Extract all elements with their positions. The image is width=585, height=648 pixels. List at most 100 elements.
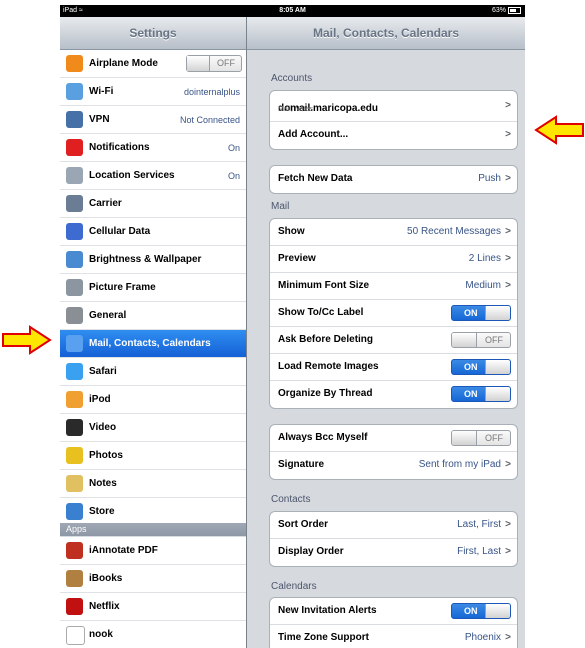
sidebar-item-cellular-data[interactable]: Cellular Data [60,218,246,246]
ask-before-deleting-toggle[interactable]: OFF [451,332,511,348]
sidebar-item-photos[interactable]: Photos [60,442,246,470]
toggle-state: OFF [217,58,235,68]
vpn-icon [66,111,83,128]
mail-header: Mail [271,201,290,212]
account-subtitle: Mail, Notes [278,106,314,113]
setting-value: Medium [465,280,501,291]
sidebar-item-label: nook [89,629,113,640]
wifi-icon [66,83,83,100]
setting-label: Sort Order [278,519,329,530]
iannotate-icon [66,542,83,559]
fetch-new-data-row[interactable]: Fetch New Data Push > [270,166,517,193]
safari-icon [66,363,83,380]
fetch-group: Fetch New Data Push > [269,165,518,194]
contacts-header: Contacts [271,494,311,505]
sidebar-item-picture-frame[interactable]: Picture Frame [60,274,246,302]
sidebar-item-notifications[interactable]: Notifications On [60,134,246,162]
setting-row-time-zone-support[interactable]: Time Zone Support Phoenix > [270,625,517,648]
chevron-right-icon: > [505,129,511,140]
setting-row-show-to-cc-label[interactable]: Show To/Cc Label ON [270,300,517,327]
chevron-right-icon: > [505,280,511,291]
accounts-group: domail.maricopa.edu Mail, Notes > Add Ac… [269,90,518,150]
sidebar-app-iannotate-pdf[interactable]: iAnnotate PDF [60,537,246,565]
setting-row-display-order[interactable]: Display Order First, Last > [270,539,517,566]
sidebar-item-notes[interactable]: Notes [60,470,246,498]
add-account-row[interactable]: Add Account... > [270,122,517,149]
ibooks-icon [66,570,83,587]
setting-label: Show [278,226,305,237]
contacts-group: Sort Order Last, First > Display Order First… [269,511,518,567]
toggle-state: ON [464,362,478,372]
show-to-cc-label-toggle[interactable]: ON [451,305,511,321]
sidebar-app-netflix[interactable]: Netflix [60,593,246,621]
sidebar-app-ibooks[interactable]: iBooks [60,565,246,593]
mail-icon [66,335,83,352]
sidebar-item-label: Photos [89,450,123,461]
setting-value: Last, First [457,519,501,530]
sidebar-item-video[interactable]: Video [60,414,246,442]
setting-label: Time Zone Support [278,632,369,643]
sidebar-item-value: On [227,171,240,181]
sidebar-item-mail-contacts-calendars[interactable]: Mail, Contacts, Calendars [60,330,246,358]
gear-icon [66,307,83,324]
toggle-knob [485,604,510,618]
sidebar-item-carrier[interactable]: Carrier [60,190,246,218]
sidebar-item-label: Notifications [89,142,150,153]
sidebar-item-airplane-mode[interactable]: Airplane Mode OFF [60,50,246,78]
setting-value: First, Last [457,546,501,557]
new-invitation-alerts-toggle[interactable]: ON [451,603,511,619]
airplane-mode-toggle[interactable]: OFF [186,55,242,72]
setting-row-always-bcc-myself[interactable]: Always Bcc Myself OFF [270,425,517,452]
setting-row-signature[interactable]: Signature Sent from my iPad > [270,452,517,479]
sidebar-item-label: Netflix [89,601,120,612]
sidebar-item-label: Brightness & Wallpaper [89,254,202,265]
sidebar-item-store[interactable]: Store [60,498,246,526]
setting-value: 50 Recent Messages [407,226,501,237]
setting-row-sort-order[interactable]: Sort Order Last, First > [270,512,517,539]
sidebar-item-label: iPod [89,394,111,405]
sidebar-item-location-services[interactable]: Location Services On [60,162,246,190]
sidebar-item-safari[interactable]: Safari [60,358,246,386]
annotation-arrow-right [534,115,584,145]
notifications-icon [66,139,83,156]
chevron-right-icon: > [505,226,511,237]
account-row[interactable]: domail.maricopa.edu Mail, Notes > [270,91,517,122]
location-icon [66,167,83,184]
sidebar-item-wi-fi[interactable]: Wi-Fi dointernalplus [60,78,246,106]
sidebar-app-nook[interactable]: nook [60,621,246,648]
sidebar-item-general[interactable]: General [60,302,246,330]
battery-indicator: 63% [492,5,521,17]
setting-label: Show To/Cc Label [278,307,364,318]
sidebar-item-label: General [89,310,127,321]
sidebar-item-vpn[interactable]: VPN Not Connected [60,106,246,134]
setting-label: Organize By Thread [278,388,373,399]
setting-row-preview[interactable]: Preview 2 Lines > [270,246,517,273]
accounts-header: Accounts [271,73,313,84]
sidebar-item-ipod[interactable]: iPod [60,386,246,414]
battery-icon [508,6,521,14]
calendars-header: Calendars [271,581,317,592]
sidebar-item-brightness-wallpaper[interactable]: Brightness & Wallpaper [60,246,246,274]
load-remote-images-toggle[interactable]: ON [451,359,511,375]
sidebar-item-label: VPN [89,114,110,125]
mail-group: Show 50 Recent Messages > Preview 2 Lines > Mi… [269,218,518,409]
setting-value: 2 Lines [468,253,501,264]
setting-label: Preview [278,253,316,264]
setting-row-organize-by-thread[interactable]: Organize By Thread ON [270,381,517,408]
setting-row-show[interactable]: Show 50 Recent Messages > [270,219,517,246]
setting-row-load-remote-images[interactable]: Load Remote Images ON [270,354,517,381]
notes-icon [66,475,83,492]
toggle-knob [187,56,210,71]
airplane-icon [66,55,83,72]
setting-row-minimum-font-size[interactable]: Minimum Font Size Medium > [270,273,517,300]
organize-by-thread-toggle[interactable]: ON [451,386,511,402]
always-bcc-myself-toggle[interactable]: OFF [451,430,511,446]
sidebar-item-label: Airplane Mode [89,58,158,69]
setting-row-new-invitation-alerts[interactable]: New Invitation Alerts ON [270,598,517,625]
sidebar-item-label: Notes [89,478,117,489]
apps-section-header: Apps [60,523,246,536]
sidebar-item-label: Video [89,422,117,433]
setting-row-ask-before-deleting[interactable]: Ask Before Deleting OFF [270,327,517,354]
sidebar-item-value: dointernalplus [183,87,240,97]
chevron-right-icon: > [505,519,511,530]
